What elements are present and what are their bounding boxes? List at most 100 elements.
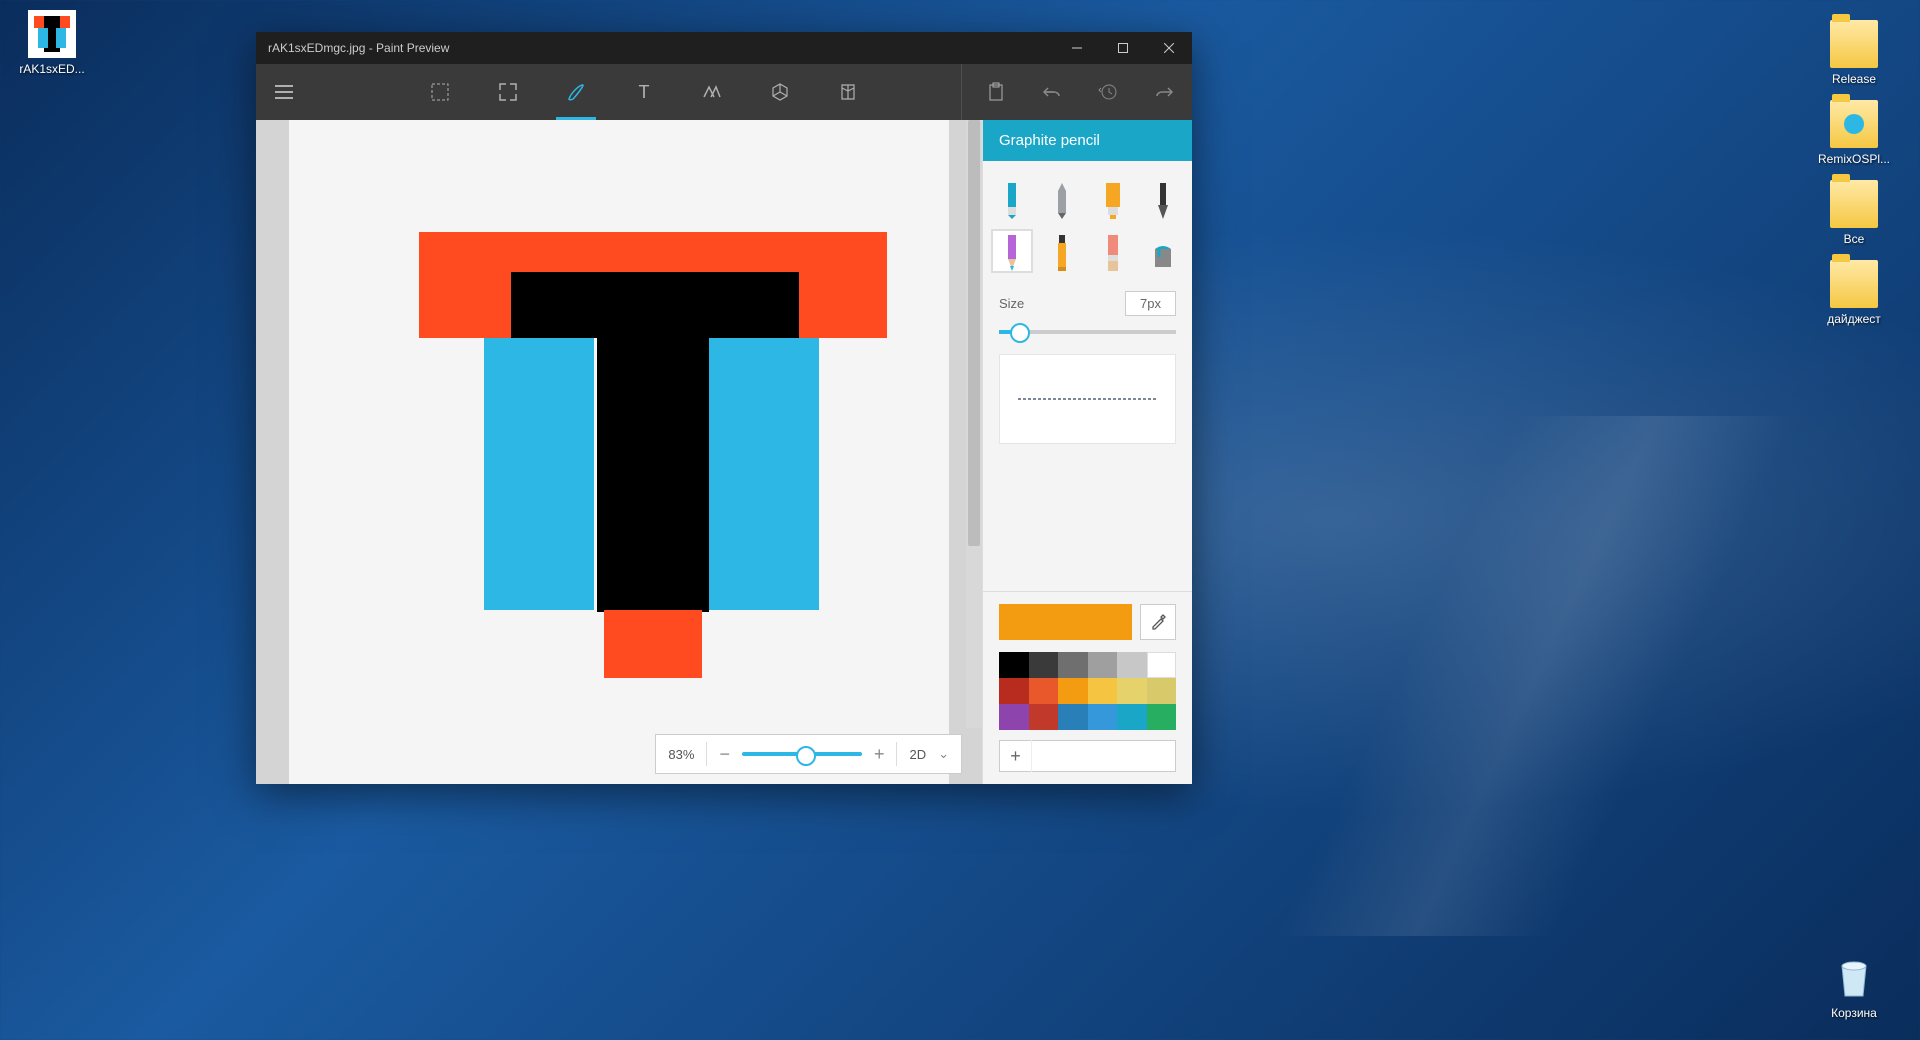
- crop-tool-button[interactable]: [480, 64, 536, 120]
- canvas-viewport[interactable]: [256, 120, 982, 784]
- file-thumbnail-icon: [28, 10, 76, 58]
- brush-icon: [565, 81, 587, 103]
- paint-preview-window: rAK1sxEDmgc.jpg - Paint Preview T: [256, 32, 1192, 784]
- brush-highlighter[interactable]: [1092, 177, 1134, 221]
- brush-bucket[interactable]: [1142, 229, 1184, 273]
- color-swatch[interactable]: [1147, 652, 1177, 678]
- sidebar-header: Graphite pencil: [983, 120, 1192, 161]
- color-swatch[interactable]: [1029, 678, 1059, 704]
- canvas-area: 83% − + 2D ⌄: [256, 120, 982, 784]
- svg-text:T: T: [639, 83, 650, 101]
- folder-icon: [1830, 20, 1878, 68]
- vertical-scrollbar[interactable]: [966, 120, 982, 728]
- color-palette: [999, 652, 1176, 730]
- minimize-button[interactable]: [1054, 32, 1100, 64]
- eyedropper-icon: [1149, 613, 1167, 631]
- cube-icon: [770, 82, 790, 102]
- brush-spray[interactable]: [1041, 229, 1083, 273]
- preview-stroke: [1018, 398, 1158, 400]
- color-swatch[interactable]: [1117, 704, 1147, 730]
- brush-tool-button[interactable]: [548, 64, 604, 120]
- history-button[interactable]: [1080, 64, 1136, 120]
- brush-pen[interactable]: [1041, 177, 1083, 221]
- zoom-out-button[interactable]: −: [719, 744, 730, 765]
- brush-grid: [983, 161, 1192, 283]
- recycle-bin-label: Корзина: [1816, 1006, 1892, 1020]
- color-swatch[interactable]: [1029, 652, 1059, 678]
- add-color-button[interactable]: +: [1000, 740, 1032, 772]
- color-swatch[interactable]: [999, 652, 1029, 678]
- window-title: rAK1sxEDmgc.jpg - Paint Preview: [256, 41, 1054, 55]
- text-tool-button[interactable]: T: [616, 64, 672, 120]
- color-swatch[interactable]: [1088, 704, 1118, 730]
- zoom-slider[interactable]: [742, 752, 862, 756]
- content-area: 83% − + 2D ⌄ Graphite pencil: [256, 120, 1192, 784]
- folder-icon: [1830, 180, 1878, 228]
- color-swatch[interactable]: [999, 704, 1029, 730]
- brush-pencil[interactable]: [991, 229, 1033, 273]
- desktop-folder-release[interactable]: Release: [1816, 20, 1892, 86]
- brush-calligraphy[interactable]: [1142, 177, 1184, 221]
- zoom-bar: 83% − + 2D ⌄: [655, 734, 962, 774]
- folder-icon: [1830, 260, 1878, 308]
- titlebar[interactable]: rAK1sxEDmgc.jpg - Paint Preview: [256, 32, 1192, 64]
- expand-icon: [498, 82, 518, 102]
- color-swatch[interactable]: [1147, 704, 1177, 730]
- canvas[interactable]: [289, 120, 949, 784]
- brush-marker[interactable]: [991, 177, 1033, 221]
- color-swatch[interactable]: [999, 678, 1029, 704]
- scrollbar-thumb[interactable]: [968, 120, 980, 546]
- color-swatch[interactable]: [1058, 704, 1088, 730]
- size-slider[interactable]: [999, 330, 1176, 334]
- color-section: +: [983, 591, 1192, 784]
- color-swatch[interactable]: [1117, 678, 1147, 704]
- desktop-folder-digest[interactable]: дайджест: [1816, 260, 1892, 326]
- divider: [896, 742, 897, 766]
- redo-icon: [1154, 84, 1174, 100]
- fold-icon: [838, 82, 858, 102]
- current-color-swatch[interactable]: [999, 604, 1132, 640]
- view-mode-label: 2D: [909, 747, 926, 762]
- history-icon: [1098, 82, 1118, 102]
- zoom-in-button[interactable]: +: [874, 744, 885, 765]
- toolbar: T: [256, 64, 1192, 120]
- color-swatch[interactable]: [1058, 678, 1088, 704]
- recycle-bin-icon: [1830, 954, 1878, 1002]
- select-tool-button[interactable]: [412, 64, 468, 120]
- color-swatch[interactable]: [1088, 678, 1118, 704]
- close-button[interactable]: [1146, 32, 1192, 64]
- desktop-folder-label: Release: [1816, 72, 1892, 86]
- desktop-folder-label: дайджест: [1816, 312, 1892, 326]
- view-mode-dropdown[interactable]: ⌄: [938, 746, 949, 762]
- 3d-tool-button[interactable]: [752, 64, 808, 120]
- undo-button[interactable]: [1024, 64, 1080, 120]
- color-swatch[interactable]: [1147, 678, 1177, 704]
- desktop-recycle-bin[interactable]: Корзина: [1816, 954, 1892, 1020]
- select-icon: [431, 83, 449, 101]
- clipboard-icon: [987, 82, 1005, 102]
- color-swatch[interactable]: [1088, 652, 1118, 678]
- color-swatch[interactable]: [1058, 652, 1088, 678]
- desktop-file-label: rAK1sxED...: [14, 62, 90, 76]
- size-value-input[interactable]: 7px: [1125, 291, 1176, 316]
- zoom-percent: 83%: [668, 747, 694, 762]
- fold-tool-button[interactable]: [820, 64, 876, 120]
- color-swatch[interactable]: [1029, 704, 1059, 730]
- desktop-folder-label: Все: [1816, 232, 1892, 246]
- canvas-shape: [709, 338, 819, 610]
- canvas-shape: [511, 272, 799, 338]
- redo-button[interactable]: [1136, 64, 1192, 120]
- maximize-button[interactable]: [1100, 32, 1146, 64]
- brush-eraser[interactable]: [1092, 229, 1134, 273]
- stamp-icon: [701, 83, 723, 101]
- canvas-shape: [604, 610, 702, 678]
- desktop-folder-remixos[interactable]: RemixOSPl...: [1816, 100, 1892, 166]
- color-swatch[interactable]: [1117, 652, 1147, 678]
- desktop-folder-label: RemixOSPl...: [1816, 152, 1892, 166]
- eyedropper-button[interactable]: [1140, 604, 1176, 640]
- stamp-tool-button[interactable]: [684, 64, 740, 120]
- desktop-folder-vse[interactable]: Все: [1816, 180, 1892, 246]
- desktop-file-image[interactable]: rAK1sxED...: [14, 10, 90, 76]
- paste-button[interactable]: [968, 64, 1024, 120]
- menu-button[interactable]: [256, 64, 312, 120]
